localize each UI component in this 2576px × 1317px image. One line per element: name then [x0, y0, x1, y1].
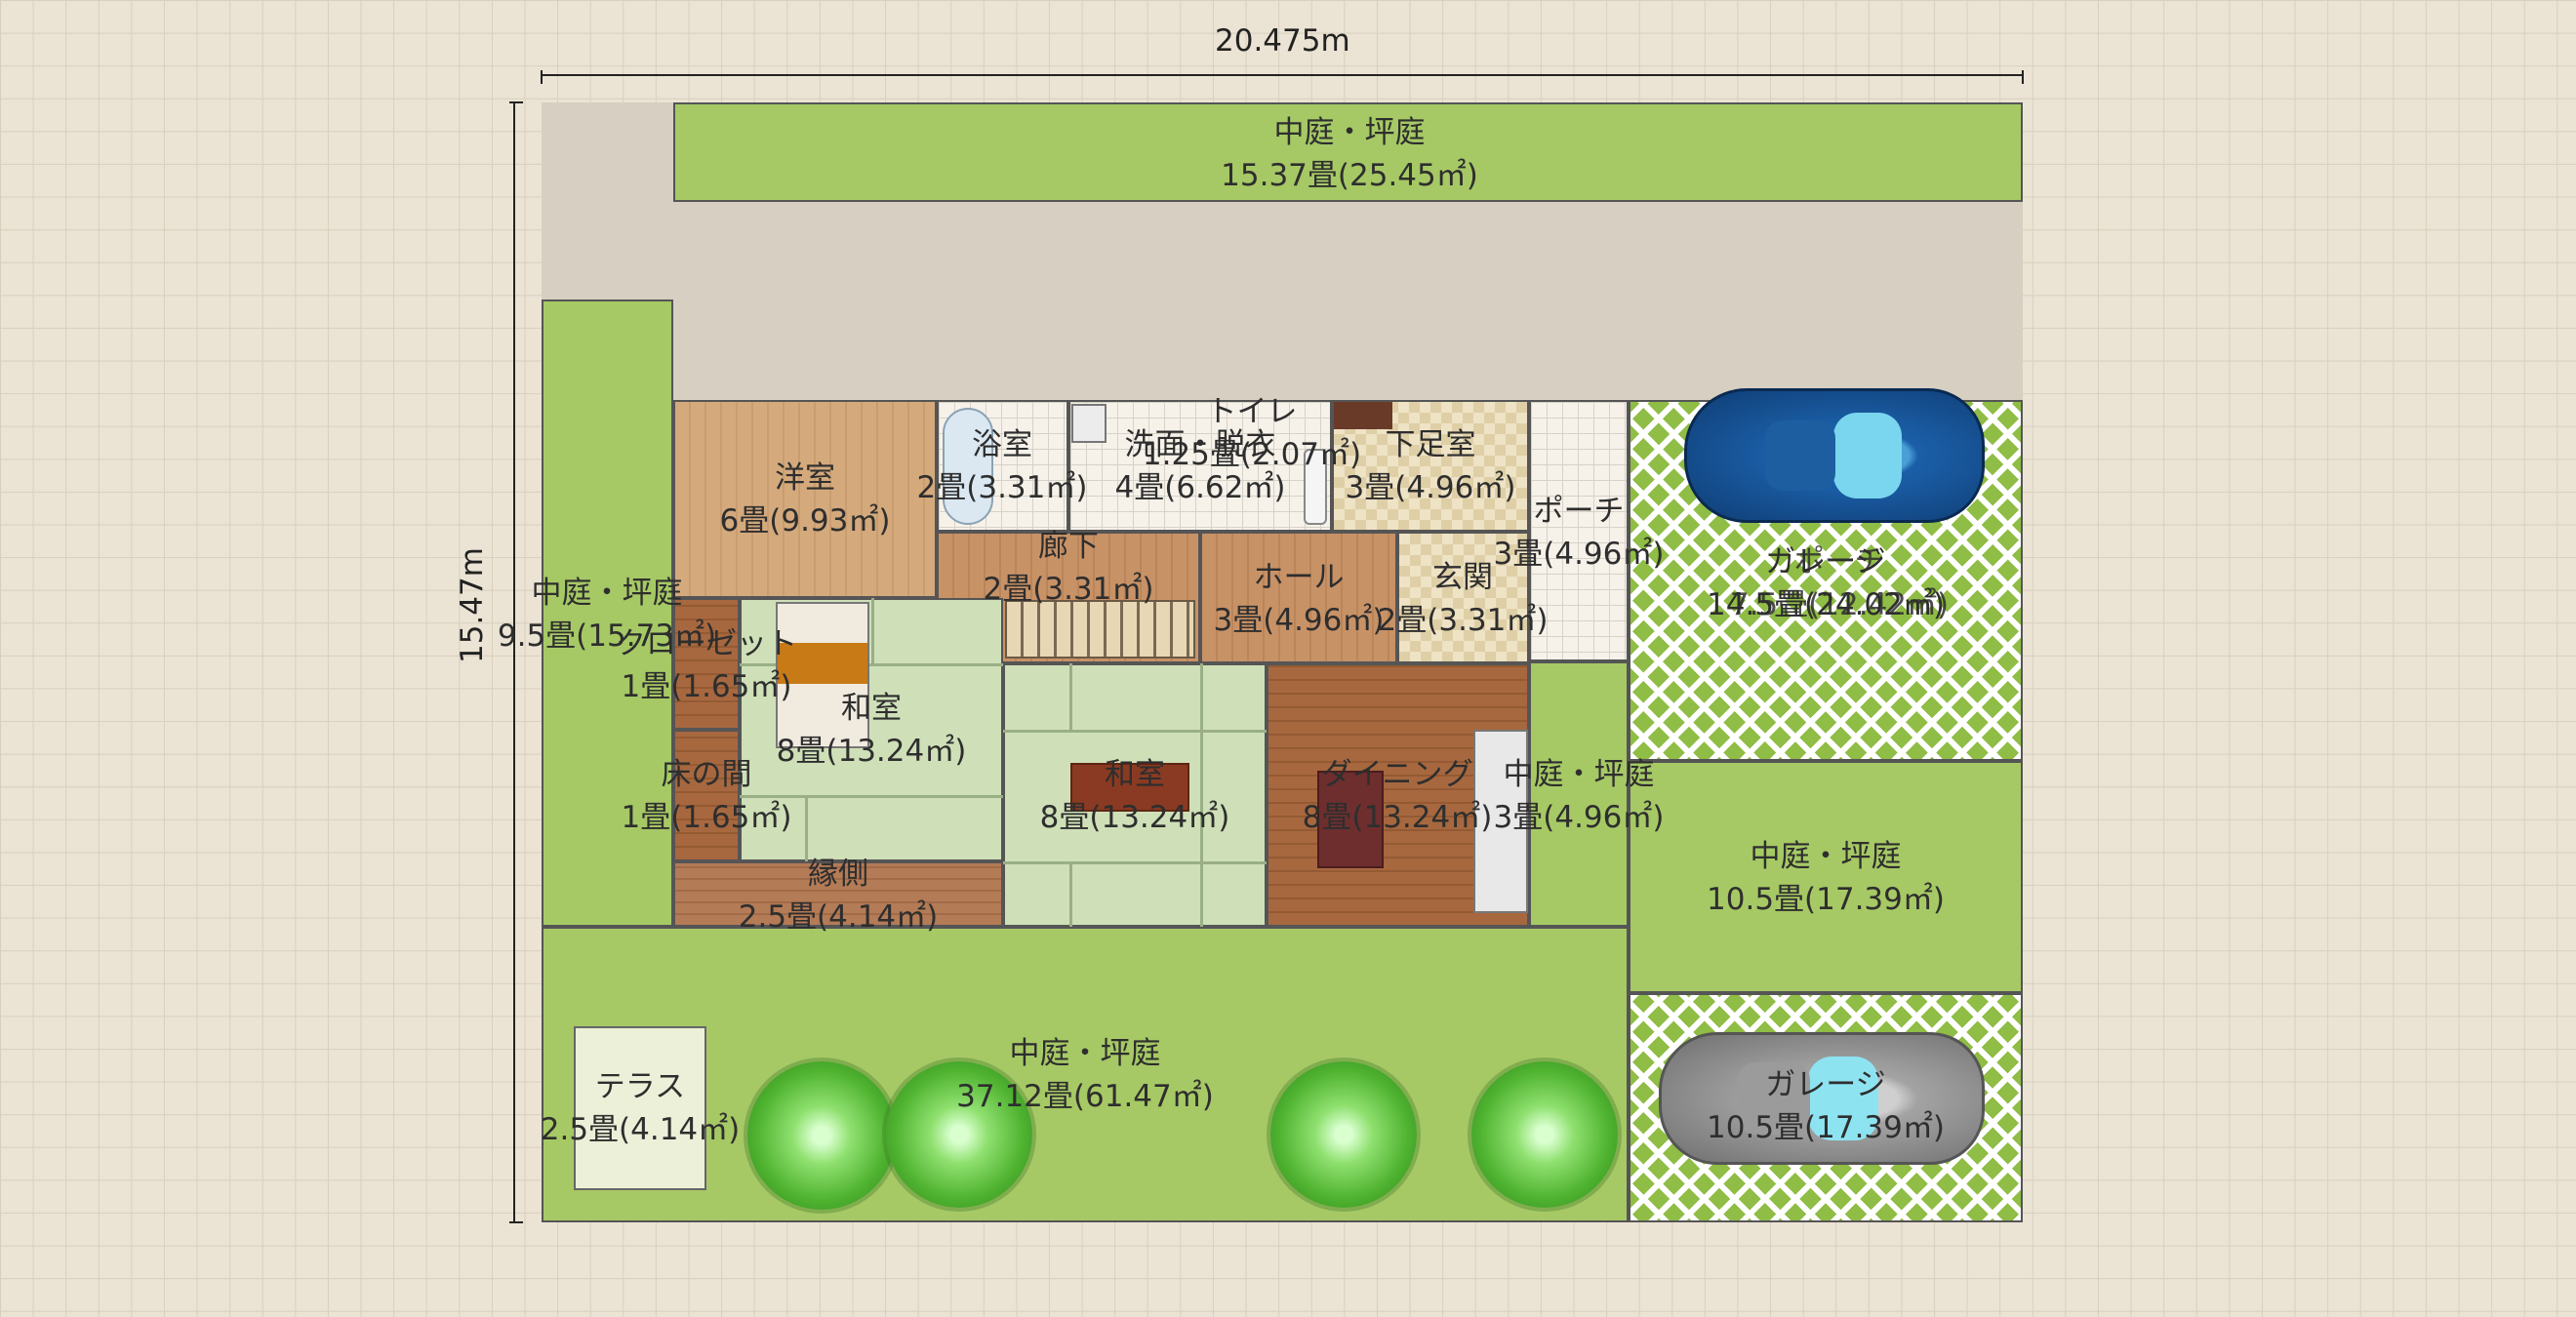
- label-western: 洋室 6畳(9.93㎡): [720, 457, 891, 542]
- height-dimension-tick-bottom: [509, 1221, 523, 1223]
- room-area: 8畳(13.24㎡): [1039, 800, 1230, 835]
- room-name: 中庭・坪庭: [1009, 1036, 1161, 1071]
- room-area: 3畳(4.96㎡): [1493, 800, 1665, 835]
- room-area: 8畳(13.24㎡): [1302, 800, 1493, 835]
- room-area: 2.5畳(4.14㎡): [540, 1112, 741, 1147]
- tatami-line: [871, 598, 874, 663]
- room-name: 和室: [1104, 757, 1165, 792]
- paving-top-left: [542, 102, 673, 299]
- label-washitsu-2: 和室 8畳(13.24㎡): [1040, 753, 1230, 839]
- room-name: 和室: [840, 691, 902, 726]
- room-area: 2.5畳(4.14㎡): [738, 899, 939, 935]
- room-name: 中庭・坪庭: [1503, 757, 1655, 792]
- car-top-roof-icon: [1765, 420, 1835, 491]
- width-dimension-line: [542, 74, 2023, 76]
- label-washitsu-1: 和室 8畳(13.24㎡): [777, 687, 967, 773]
- room-area: 1畳(1.65㎡): [621, 669, 792, 704]
- label-garage-bottom: ガレージ 10.5畳(17.39㎡): [1707, 1063, 1945, 1149]
- room-name: 玄関: [1432, 560, 1493, 595]
- room-area: 2畳(3.31㎡): [983, 572, 1154, 607]
- room-area: 2畳(3.31㎡): [1377, 603, 1549, 638]
- room-name: ポーチ: [1793, 544, 1885, 579]
- room-name: ガレージ: [1765, 1067, 1886, 1102]
- label-toilet: トイレ 1.25畳(2.07㎡): [1143, 390, 1361, 476]
- room-area: 15.37畳(25.45㎡): [1221, 158, 1478, 193]
- tatami-line: [1003, 730, 1267, 733]
- label-engawa: 縁側 2.5畳(4.14㎡): [739, 853, 939, 938]
- label-garden-right: 中庭・坪庭 10.5畳(17.39㎡): [1707, 835, 1945, 921]
- label-garden-bottom: 中庭・坪庭 37.12畳(61.47㎡): [956, 1032, 1214, 1118]
- tree-icon: [1270, 1061, 1417, 1208]
- label-bath: 浴室 2畳(3.31㎡): [917, 423, 1088, 509]
- height-dimension-label: 15.47m: [455, 547, 490, 663]
- tree-icon: [1471, 1061, 1618, 1208]
- label-garden-top: 中庭・坪庭 15.37畳(25.45㎡): [1221, 111, 1478, 197]
- room-area: 10.5畳(17.39㎡): [1707, 882, 1945, 917]
- paving-band: [673, 202, 2023, 400]
- label-hall: ホール 3畳(4.96㎡): [1214, 556, 1385, 642]
- label-shoe: 下足室 3畳(4.96㎡): [1346, 423, 1516, 509]
- width-dimension-tick-left: [541, 70, 543, 84]
- width-dimension-label: 20.475m: [1215, 23, 1350, 59]
- room-area: 8畳(13.24㎡): [776, 734, 967, 769]
- room-area: 1畳(1.65㎡): [621, 800, 792, 835]
- room-name: 下足室: [1385, 427, 1476, 462]
- room-name: ホール: [1253, 560, 1345, 595]
- tatami-line: [1069, 861, 1072, 927]
- car-top-windshield-icon: [1833, 413, 1902, 499]
- label-tokonoma: 床の間 1畳(1.65㎡): [622, 753, 792, 839]
- room-area: 7.5畳(12.42㎡): [1729, 587, 1950, 622]
- room-name: クローゼット: [616, 626, 797, 661]
- label-dining: ダイニング 8畳(13.24㎡): [1303, 753, 1493, 839]
- room-area: 37.12畳(61.47㎡): [956, 1079, 1214, 1114]
- room-area: 2畳(3.31㎡): [916, 470, 1088, 505]
- label-entrance: 玄関 2畳(3.31㎡): [1378, 556, 1549, 642]
- room-area: 6畳(9.93㎡): [719, 503, 891, 539]
- label-closet: クローゼット 1畳(1.65㎡): [616, 622, 797, 708]
- car-top-icon: [1684, 388, 1985, 523]
- room-name: 中庭・坪庭: [1750, 839, 1902, 874]
- height-dimension-line: [513, 102, 515, 1222]
- room-area: 10.5畳(17.39㎡): [1707, 1110, 1945, 1145]
- label-corridor: 廊下 2畳(3.31㎡): [984, 525, 1154, 611]
- room-name: 洋室: [775, 460, 835, 496]
- room-name: 縁側: [807, 857, 868, 892]
- tree-icon: [747, 1061, 896, 1210]
- room-area: 1.25畳(2.07㎡): [1142, 437, 1362, 472]
- room-name: 床の間: [661, 757, 752, 792]
- floor-plan: 20.475m 15.47m 中庭・坪庭 15.37畳(25.45㎡) 中庭・坪…: [0, 0, 2576, 1317]
- room-name: トイレ: [1206, 394, 1298, 429]
- room-name: テラス: [594, 1069, 686, 1104]
- room-name: ポーチ: [1533, 494, 1625, 529]
- room-name: 中庭・坪庭: [1273, 115, 1426, 150]
- height-dimension-tick-top: [509, 101, 523, 103]
- room-name: 廊下: [1038, 529, 1099, 564]
- tatami-line: [1003, 861, 1267, 864]
- room-area: 3畳(4.96㎡): [1345, 470, 1516, 505]
- label-porch-overlap: ポーチ 7.5畳(12.42㎡): [1730, 540, 1949, 626]
- width-dimension-tick-right: [2022, 70, 2024, 84]
- room-name: ダイニング: [1321, 757, 1473, 792]
- room-name: 浴室: [972, 427, 1032, 462]
- room-area: 3畳(4.96㎡): [1213, 603, 1385, 638]
- tatami-line: [1069, 663, 1072, 730]
- label-garden-mid: 中庭・坪庭 3畳(4.96㎡): [1494, 753, 1665, 839]
- label-terrace: テラス 2.5畳(4.14㎡): [541, 1065, 741, 1151]
- room-name: 中庭・坪庭: [531, 576, 683, 611]
